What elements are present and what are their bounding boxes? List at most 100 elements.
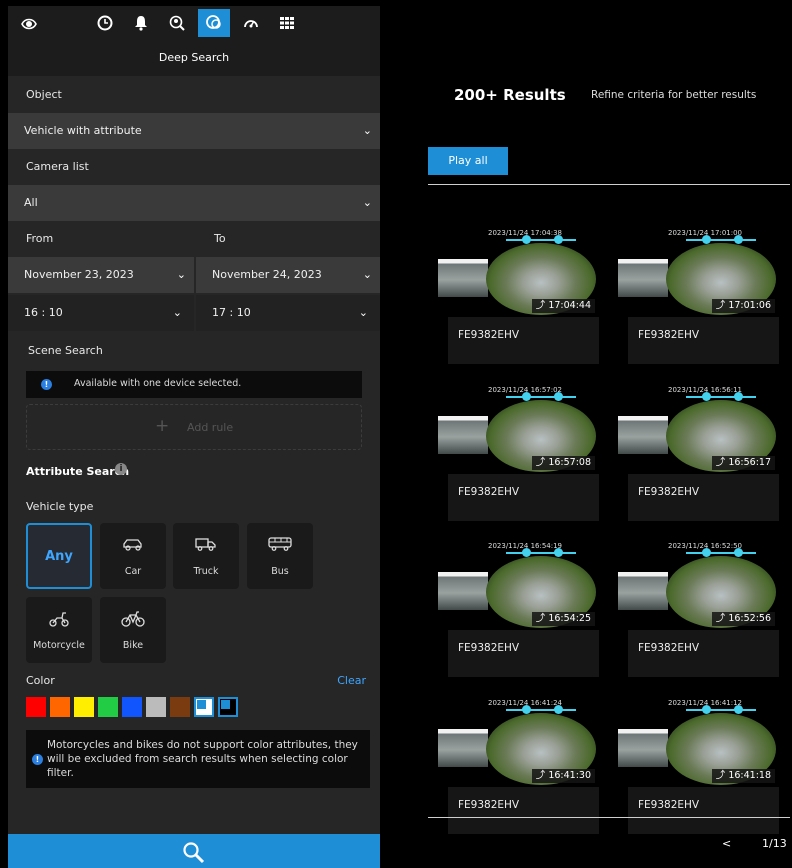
dashboard-icon[interactable] xyxy=(236,9,266,37)
result-caption: FE9382EHV xyxy=(628,787,779,834)
camera-name: FE9382EHV xyxy=(638,486,700,498)
divider xyxy=(428,817,790,818)
vehicle-type-label: Vehicle type xyxy=(26,500,94,513)
bell-icon[interactable] xyxy=(126,9,156,37)
to-date-select[interactable]: November 24, 2023 ⌄ xyxy=(196,257,380,293)
frame-timestamp: 2023/11/24 16:57:02 xyxy=(488,386,563,394)
scene-info-bar: ! Available with one device selected. xyxy=(26,371,362,398)
color-swatch-white[interactable] xyxy=(194,697,214,717)
vehicle-type-label: Truck xyxy=(193,566,219,577)
vehicle-snapshot xyxy=(438,572,488,610)
top-toolbar xyxy=(8,6,380,40)
color-swatch-yellow[interactable] xyxy=(74,697,94,717)
color-swatch-orange[interactable] xyxy=(50,697,70,717)
clip-time-text: 17:01:06 xyxy=(728,300,771,311)
clip-time-text: 17:04:44 xyxy=(548,300,591,311)
trend-icon: ⤴ xyxy=(715,457,729,468)
bike-icon xyxy=(100,611,166,631)
checkbox-icon xyxy=(221,700,230,709)
track-line xyxy=(506,709,576,711)
track-line xyxy=(506,239,576,241)
result-card[interactable]: 2023/11/24 16:56:11 ⤴ 16:56:17 FE9382EHV xyxy=(618,382,779,524)
result-card[interactable]: 2023/11/24 16:57:02 ⤴ 16:57:08 FE9382EHV xyxy=(438,382,599,524)
clip-time: ⤴ 16:56:17 xyxy=(711,456,775,470)
track-line xyxy=(686,709,756,711)
frame-timestamp: 2023/11/24 17:01:00 xyxy=(668,229,743,237)
chevron-down-icon: ⌄ xyxy=(172,306,182,319)
truck-icon xyxy=(173,537,239,555)
color-swatch-red[interactable] xyxy=(26,697,46,717)
clip-time-text: 16:41:18 xyxy=(728,770,771,781)
pager-prev-button[interactable]: < xyxy=(722,837,731,850)
result-card[interactable]: 2023/11/24 16:41:12 ⤴ 16:41:18 FE9382EHV xyxy=(618,695,779,837)
eye-icon[interactable] xyxy=(14,9,44,37)
trend-icon: ⤴ xyxy=(715,300,729,311)
result-card[interactable]: 2023/11/24 16:54:19 ⤴ 16:54:25 FE9382EHV xyxy=(438,538,599,680)
to-label: To xyxy=(214,232,226,245)
play-all-button[interactable]: Play all xyxy=(428,147,508,175)
color-swatch-blue[interactable] xyxy=(122,697,142,717)
clip-time-text: 16:57:08 xyxy=(548,457,591,468)
color-clear-link[interactable]: Clear xyxy=(337,674,366,687)
clock-icon[interactable] xyxy=(90,9,120,37)
person-search-icon[interactable] xyxy=(162,9,192,37)
trend-icon: ⤴ xyxy=(535,770,549,781)
vehicle-snapshot xyxy=(618,729,668,767)
vehicle-type-any[interactable]: Any xyxy=(26,523,92,589)
plus-icon: + xyxy=(155,416,170,436)
deep-search-panel: Deep Search Object Vehicle with attribut… xyxy=(8,6,380,868)
result-card[interactable]: 2023/11/24 17:01:00 ⤴ 17:01:06 FE9382EHV xyxy=(618,225,779,367)
chevron-down-icon: ⌄ xyxy=(362,124,372,137)
vehicle-type-truck[interactable]: Truck xyxy=(173,523,239,589)
attribute-search-label: Attribute Search xyxy=(26,465,130,478)
result-card[interactable]: 2023/11/24 16:52:50 ⤴ 16:52:56 FE9382EHV xyxy=(618,538,779,680)
vehicle-type-bus[interactable]: Bus xyxy=(247,523,313,589)
vehicle-snapshot xyxy=(618,259,668,297)
add-rule-button: + Add rule xyxy=(26,404,362,450)
vehicle-type-motorcycle[interactable]: Motorcycle xyxy=(26,597,92,663)
chevron-down-icon: ⌄ xyxy=(176,268,186,281)
clip-time-text: 16:41:30 xyxy=(548,770,591,781)
clip-time: ⤴ 16:57:08 xyxy=(531,456,595,470)
search-icon xyxy=(183,842,205,864)
panel-title: Deep Search xyxy=(8,40,380,76)
from-time-select[interactable]: 16 : 10 ⌄ xyxy=(8,295,194,331)
divider xyxy=(428,184,790,185)
clip-time: ⤴ 17:01:06 xyxy=(711,299,775,313)
vehicle-snapshot xyxy=(438,259,488,297)
trend-icon: ⤴ xyxy=(535,613,549,624)
vehicle-snapshot xyxy=(618,416,668,454)
color-swatch-brown[interactable] xyxy=(170,697,190,717)
camera-name: FE9382EHV xyxy=(458,329,520,341)
color-swatch-green[interactable] xyxy=(98,697,118,717)
to-time-select[interactable]: 17 : 10 ⌄ xyxy=(196,295,380,331)
result-caption: FE9382EHV xyxy=(448,317,599,364)
from-date-select[interactable]: November 23, 2023 ⌄ xyxy=(8,257,194,293)
results-hint: Refine criteria for better results xyxy=(591,89,757,101)
object-select[interactable]: Vehicle with attribute ⌄ xyxy=(8,113,380,149)
result-caption: FE9382EHV xyxy=(628,317,779,364)
vehicle-type-bike[interactable]: Bike xyxy=(100,597,166,663)
camera-name: FE9382EHV xyxy=(638,799,700,811)
vehicle-type-car[interactable]: Car xyxy=(100,523,166,589)
from-label: From xyxy=(26,232,54,245)
deep-search-icon[interactable] xyxy=(198,9,230,37)
camera-list-select[interactable]: All ⌄ xyxy=(8,185,380,221)
car-icon xyxy=(100,537,166,555)
info-icon[interactable]: i xyxy=(115,463,127,475)
result-card[interactable]: 2023/11/24 17:04:38 ⤴ 17:04:44 FE9382EHV xyxy=(438,225,599,367)
color-swatch-gray[interactable] xyxy=(146,697,166,717)
grid-icon[interactable] xyxy=(272,9,302,37)
frame-timestamp: 2023/11/24 17:04:38 xyxy=(488,229,563,237)
chevron-down-icon: ⌄ xyxy=(362,268,372,281)
result-card[interactable]: 2023/11/24 16:41:24 ⤴ 16:41:30 FE9382EHV xyxy=(438,695,599,837)
track-line xyxy=(686,239,756,241)
to-date-value: November 24, 2023 xyxy=(212,268,322,281)
object-label: Object xyxy=(26,88,62,101)
color-swatch-black[interactable] xyxy=(218,697,238,717)
trend-icon: ⤴ xyxy=(715,770,729,781)
track-line xyxy=(686,552,756,554)
vehicle-snapshot xyxy=(618,572,668,610)
to-time-value: 17 : 10 xyxy=(212,306,251,319)
search-button[interactable] xyxy=(8,834,380,868)
